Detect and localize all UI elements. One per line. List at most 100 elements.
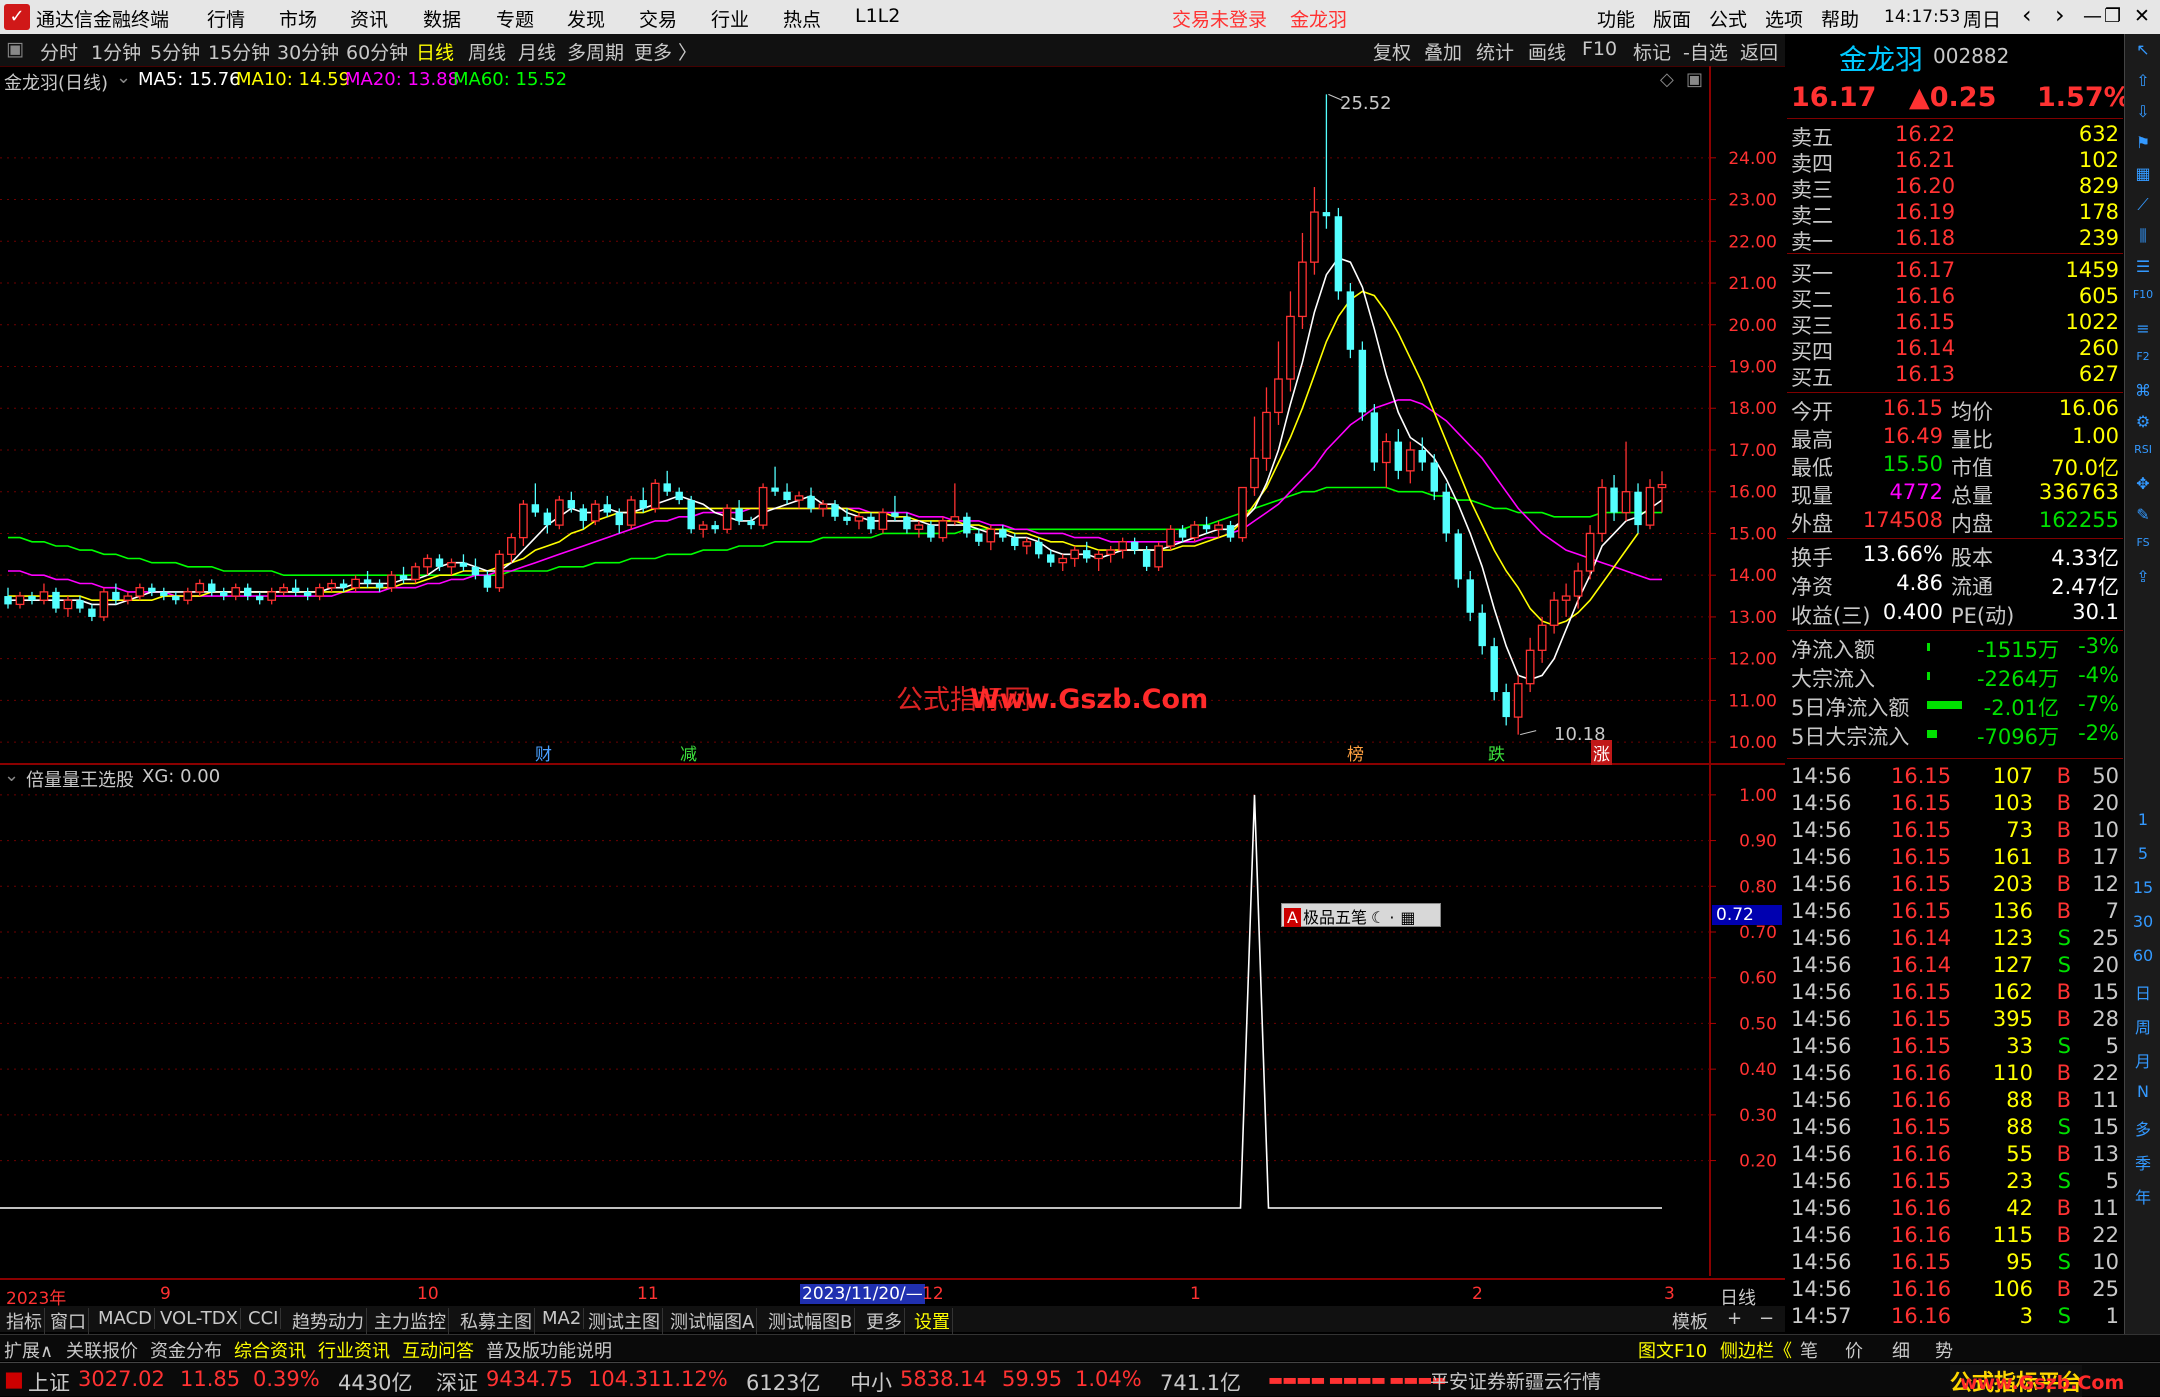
extension-tab[interactable]: 普及版功能说明: [486, 1337, 612, 1363]
period-shortcut[interactable]: N: [2129, 1082, 2157, 1108]
tick-row[interactable]: 14:56 16.14 127 S 20: [1787, 953, 2123, 979]
tick-row[interactable]: 14:56 16.15 73 B 10: [1787, 818, 2123, 844]
side-tab[interactable]: 价: [1845, 1337, 1863, 1363]
menu-hot[interactable]: 热点: [783, 5, 821, 32]
bid-row[interactable]: 买四 16.14 260: [1787, 336, 2123, 364]
f10-icon[interactable]: F10: [2129, 288, 2157, 314]
cursor-icon[interactable]: ↖: [2129, 40, 2157, 66]
tab-15min[interactable]: 15分钟: [208, 38, 270, 65]
tick-row[interactable]: 14:56 16.15 162 B 15: [1787, 980, 2123, 1006]
ime-a-icon[interactable]: A: [1284, 908, 1301, 927]
down-arrow-icon[interactable]: ⇩: [2129, 102, 2157, 128]
menu-industry[interactable]: 行业: [711, 5, 749, 32]
period-shortcut[interactable]: 多: [2129, 1116, 2157, 1142]
indicator-tab[interactable]: 更多: [864, 1308, 905, 1334]
tab-5min[interactable]: 5分钟: [150, 38, 200, 65]
tick-row[interactable]: 14:56 16.15 161 B 17: [1787, 845, 2123, 871]
flow-row[interactable]: 大宗流入 -2264万 -4%: [1787, 663, 2123, 691]
tick-row[interactable]: 14:56 16.15 23 S 5: [1787, 1169, 2123, 1195]
keyboard-icon[interactable]: ▦: [1400, 908, 1415, 927]
stat-row[interactable]: 今开 16.15 均价 16.06: [1787, 396, 2123, 424]
menu-layout[interactable]: 版面: [1653, 5, 1691, 32]
flag-icon[interactable]: ⚑: [2129, 133, 2157, 159]
overlay-button[interactable]: 叠加: [1424, 38, 1462, 65]
tick-row[interactable]: 14:56 16.16 88 B 11: [1787, 1088, 2123, 1114]
back-icon[interactable]: ‹: [2022, 1, 2032, 29]
tab-intraday[interactable]: 分时: [40, 38, 78, 65]
chevron-down-icon[interactable]: ⌄: [116, 67, 131, 88]
index-name[interactable]: 深证: [436, 1367, 478, 1397]
diamond-icon[interactable]: ◇: [1660, 69, 1674, 90]
line-chart-icon[interactable]: ⟋: [2129, 195, 2157, 221]
period-shortcut[interactable]: 周: [2129, 1014, 2157, 1040]
ime-toolbar[interactable]: A 极品五笔 ☾ · ▦: [1281, 903, 1441, 927]
mark-button[interactable]: 标记: [1633, 38, 1671, 65]
grid-icon[interactable]: ▦: [2129, 164, 2157, 190]
side-tab[interactable]: 细: [1892, 1337, 1910, 1363]
menu-data[interactable]: 数据: [423, 5, 461, 32]
tick-row[interactable]: 14:56 16.16 110 B 22: [1787, 1061, 2123, 1087]
restore-icon[interactable]: ❐: [2104, 5, 2121, 27]
indicator-tab[interactable]: MACD: [96, 1308, 155, 1329]
tab-weekly[interactable]: 周线: [468, 38, 506, 65]
ask-row[interactable]: 卖五 16.22 632: [1787, 122, 2123, 150]
tab-30min[interactable]: 30分钟: [277, 38, 339, 65]
marker-reduce[interactable]: 减: [680, 740, 697, 765]
template-button[interactable]: 模板: [1670, 1308, 1710, 1334]
stat-row[interactable]: 最低 15.50 市值 70.0亿: [1787, 452, 2123, 480]
side-tab[interactable]: 势: [1935, 1337, 1953, 1363]
back-button[interactable]: 返回: [1740, 38, 1778, 65]
tab-1min[interactable]: 1分钟: [91, 38, 141, 65]
extension-tab[interactable]: 互动问答: [402, 1337, 474, 1363]
window-icon[interactable]: ▣: [1686, 69, 1703, 90]
indicator-tab[interactable]: 趋势动力: [290, 1308, 367, 1334]
tick-row[interactable]: 14:56 16.15 33 S 5: [1787, 1034, 2123, 1060]
f10-button[interactable]: F10: [1582, 38, 1617, 60]
indicator-tab[interactable]: 测试幅图A: [668, 1308, 758, 1334]
indicator-tab[interactable]: 指标: [4, 1308, 45, 1334]
tick-row[interactable]: 14:56 16.16 42 B 11: [1787, 1196, 2123, 1222]
dot-icon[interactable]: ·: [1389, 908, 1394, 927]
marker-rank[interactable]: 榜: [1347, 740, 1364, 765]
indicator-tab[interactable]: 窗口: [48, 1308, 89, 1334]
fund-icon[interactable]: ⌘: [2129, 381, 2157, 407]
indicator-tab[interactable]: 测试幅图B: [766, 1308, 856, 1334]
ask-row[interactable]: 卖三 16.20 829: [1787, 174, 2123, 202]
moon-icon[interactable]: ☾: [1371, 908, 1385, 927]
marker-finance[interactable]: 财: [535, 740, 552, 765]
menu-l1l2[interactable]: L1L2: [855, 5, 900, 27]
settings-icon[interactable]: ⚙: [2129, 412, 2157, 438]
stat-row[interactable]: 收益(三) 0.400 PE(动) 30.1: [1787, 600, 2123, 628]
index-name[interactable]: 上证: [28, 1367, 70, 1397]
menu-quotes[interactable]: 行情: [207, 5, 245, 32]
extension-tab[interactable]: 关联报价: [66, 1337, 138, 1363]
indicator-tab[interactable]: CCI: [246, 1308, 282, 1329]
remove-window-button[interactable]: −: [1757, 1308, 1776, 1329]
ask-row[interactable]: 卖四 16.21 102: [1787, 148, 2123, 176]
table-icon[interactable]: ☰: [2129, 257, 2157, 283]
tick-row[interactable]: 14:56 16.15 107 B 50: [1787, 764, 2123, 790]
trade-status[interactable]: 交易未登录: [1172, 5, 1267, 32]
tick-row[interactable]: 14:56 16.16 106 B 25: [1787, 1277, 2123, 1303]
stat-row[interactable]: 净资 4.86 流通 2.47亿: [1787, 571, 2123, 599]
period-shortcut[interactable]: 60: [2129, 946, 2157, 972]
stat-row[interactable]: 换手 13.66% 股本 4.33亿: [1787, 542, 2123, 570]
menu-discover[interactable]: 发现: [567, 5, 605, 32]
tick-row[interactable]: 14:56 16.14 123 S 25: [1787, 926, 2123, 952]
f2-icon[interactable]: F2: [2129, 350, 2157, 376]
side-tab[interactable]: 笔: [1800, 1337, 1818, 1363]
period-shortcut[interactable]: 15: [2129, 878, 2157, 904]
tab-daily[interactable]: 日线: [416, 38, 454, 65]
up-arrow-icon[interactable]: ⇧: [2129, 71, 2157, 97]
period-shortcut[interactable]: 30: [2129, 912, 2157, 938]
tab-monthly[interactable]: 月线: [518, 38, 556, 65]
flow-row[interactable]: 5日大宗流入 -7096万 -2%: [1787, 721, 2123, 749]
ask-row[interactable]: 卖一 16.18 239: [1787, 226, 2123, 254]
chevron-down-icon[interactable]: ⌄: [4, 765, 19, 786]
close-icon[interactable]: ✕: [2134, 5, 2150, 27]
flow-row[interactable]: 5日净流入额 -2.01亿 -7%: [1787, 692, 2123, 720]
bid-row[interactable]: 买二 16.16 605: [1787, 284, 2123, 312]
ask-row[interactable]: 卖二 16.19 178: [1787, 200, 2123, 228]
add-window-button[interactable]: +: [1725, 1308, 1744, 1329]
indicator-tab[interactable]: 私募主图: [458, 1308, 535, 1334]
